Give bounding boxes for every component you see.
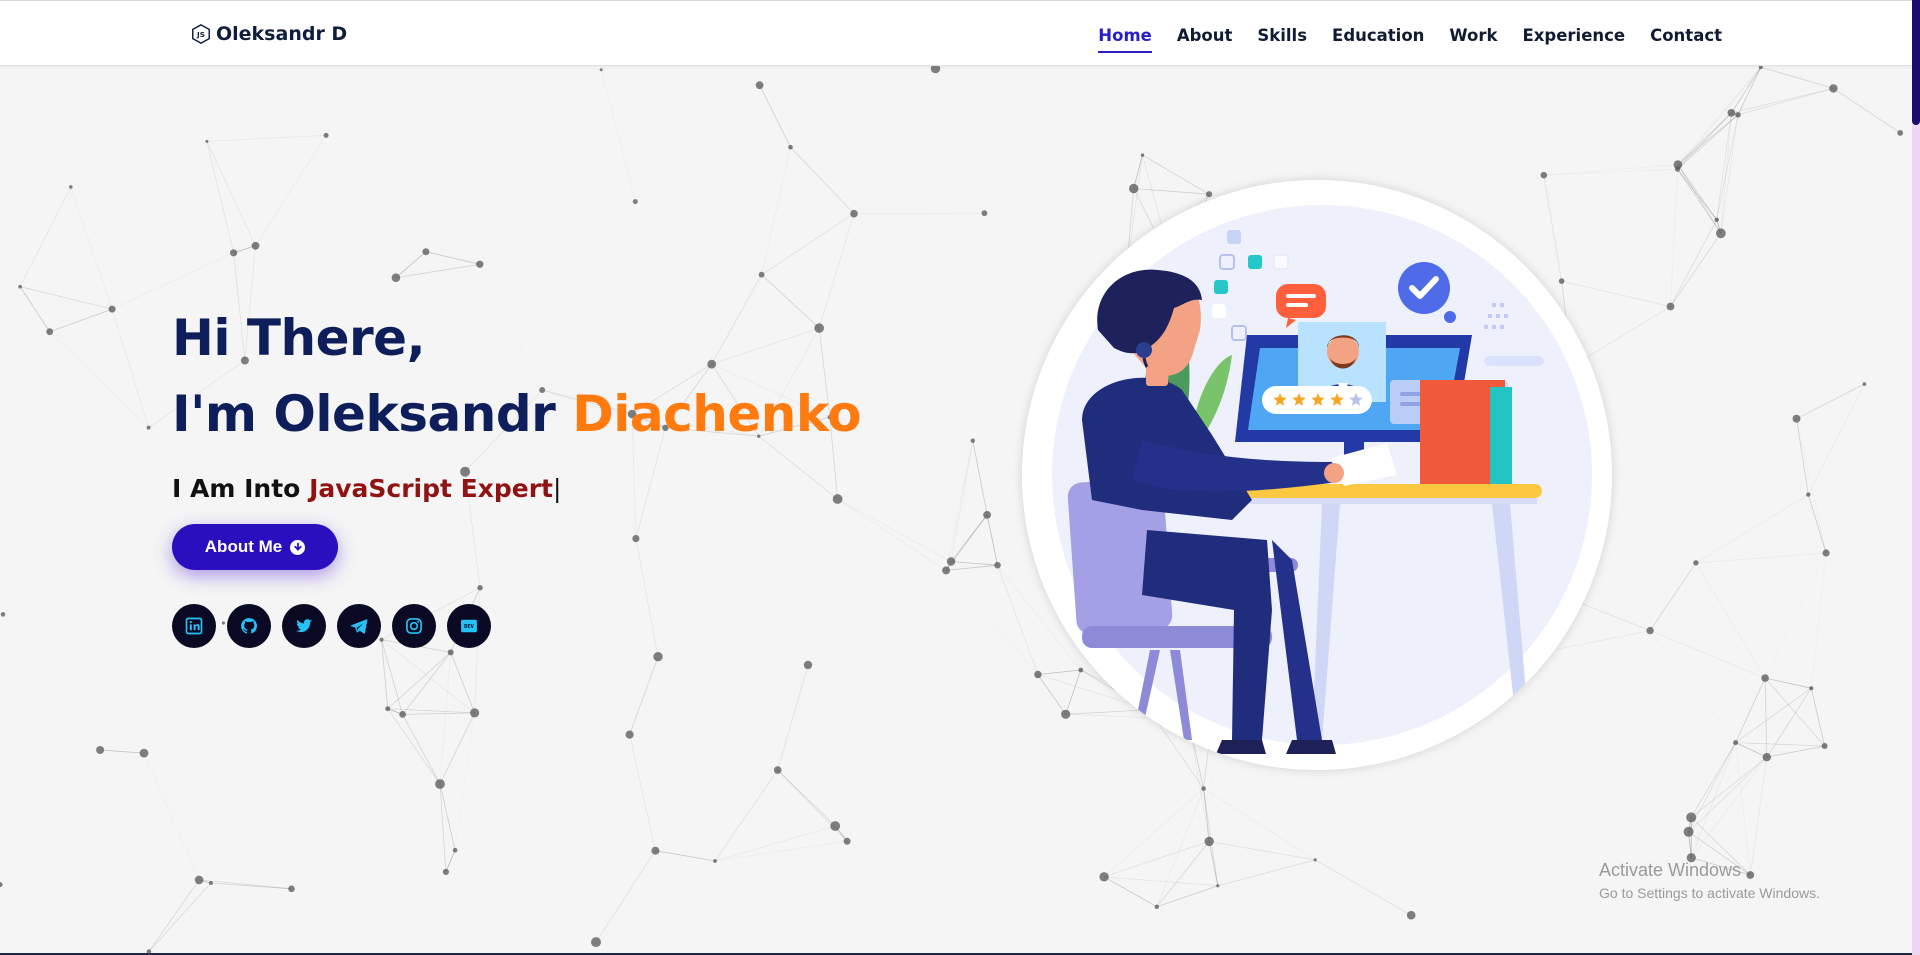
linkedin-icon bbox=[185, 617, 203, 635]
main-nav: Home About Skills Education Work Experie… bbox=[1098, 1, 1722, 67]
hero-illustration bbox=[1022, 180, 1612, 770]
telegram-link[interactable] bbox=[337, 604, 381, 648]
watermark-title: Activate Windows bbox=[1599, 860, 1742, 880]
arrow-circle-down-icon bbox=[290, 539, 306, 555]
dev-icon: DEV bbox=[461, 619, 477, 633]
hero-name-prefix: I'm Oleksandr bbox=[172, 385, 556, 443]
typed-tagline: I Am Into JavaScript Expert| bbox=[172, 474, 861, 503]
social-links: DEV bbox=[172, 604, 491, 648]
typed-prefix: I Am Into bbox=[172, 474, 301, 503]
typed-cursor: | bbox=[553, 474, 562, 503]
nav-education[interactable]: Education bbox=[1332, 18, 1424, 51]
telegram-icon bbox=[350, 619, 368, 634]
typed-highlight: JavaScript Expert bbox=[309, 474, 554, 503]
instagram-link[interactable] bbox=[392, 604, 436, 648]
nav-experience[interactable]: Experience bbox=[1522, 18, 1625, 51]
dev-icon-label: DEV bbox=[464, 624, 475, 630]
network-lines bbox=[19, 66, 1901, 952]
dev-link[interactable]: DEV bbox=[447, 604, 491, 648]
github-link[interactable] bbox=[227, 604, 271, 648]
instagram-icon bbox=[406, 618, 422, 634]
linkedin-link[interactable] bbox=[172, 604, 216, 648]
nav-work[interactable]: Work bbox=[1449, 18, 1497, 51]
nav-home[interactable]: Home bbox=[1098, 18, 1152, 53]
page-scrollbar[interactable] bbox=[1912, 0, 1920, 955]
hero-name-accent: Diachenko bbox=[572, 385, 862, 443]
particle-network-background bbox=[0, 66, 1904, 954]
twitter-link[interactable] bbox=[282, 604, 326, 648]
nav-contact[interactable]: Contact bbox=[1650, 18, 1722, 51]
nav-about[interactable]: About bbox=[1177, 18, 1233, 51]
developer-at-desk-illustration bbox=[1022, 180, 1612, 770]
brand-name: Oleksandr D bbox=[216, 23, 348, 45]
watermark-subtitle: Go to Settings to activate Windows. bbox=[1599, 885, 1820, 901]
hero-greeting: Hi There, bbox=[172, 309, 426, 367]
twitter-icon bbox=[295, 619, 313, 633]
scrollbar-thumb[interactable] bbox=[1912, 0, 1920, 125]
svg-text:JS: JS bbox=[196, 30, 205, 39]
about-me-button[interactable]: About Me bbox=[172, 524, 338, 570]
github-icon bbox=[241, 618, 257, 634]
nav-skills[interactable]: Skills bbox=[1257, 18, 1307, 51]
brand-logo-link[interactable]: JS Oleksandr D bbox=[190, 21, 347, 47]
js-hexagon-icon: JS bbox=[192, 23, 210, 45]
activate-windows-watermark: Activate Windows Go to Settings to activ… bbox=[1599, 860, 1820, 901]
hero-name: I'm Oleksandr Diachenko bbox=[172, 376, 862, 452]
top-navbar: JS Oleksandr D Home About Skills Educati… bbox=[0, 0, 1912, 66]
hero-section: Hi There, I'm Oleksandr Diachenko I Am I… bbox=[172, 300, 862, 503]
about-me-label: About Me bbox=[204, 537, 283, 556]
